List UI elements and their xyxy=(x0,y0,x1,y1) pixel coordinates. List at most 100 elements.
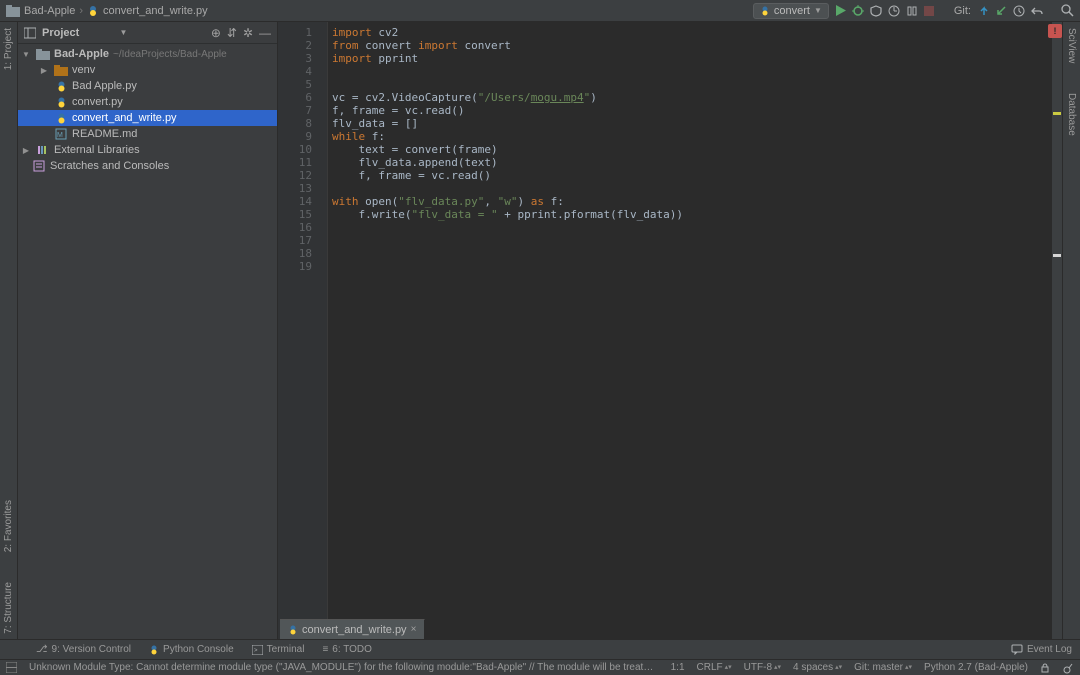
run-icon[interactable] xyxy=(835,5,846,16)
project-tree[interactable]: ▼ Bad-Apple ~/IdeaProjects/Bad-Apple ▶ v… xyxy=(18,44,277,642)
search-icon[interactable] xyxy=(1061,4,1074,17)
expand-icon[interactable]: ⇵ xyxy=(227,26,237,40)
python-icon xyxy=(149,645,159,655)
python-file-icon xyxy=(54,95,68,109)
git-branch[interactable]: Git: master▴▾ xyxy=(854,662,912,673)
tree-file[interactable]: Bad Apple.py xyxy=(18,78,277,94)
fold-column[interactable] xyxy=(318,22,328,642)
tree-scratches[interactable]: Scratches and Consoles xyxy=(18,158,277,174)
git-update-icon[interactable] xyxy=(979,5,990,16)
locate-icon[interactable]: ⊕ xyxy=(211,26,221,40)
arrow-right-icon[interactable]: ▶ xyxy=(20,146,32,155)
list-icon: ≡ xyxy=(322,644,328,655)
hide-icon[interactable]: — xyxy=(259,26,271,40)
python-file-icon xyxy=(288,625,298,635)
chevron-down-icon[interactable]: ▼ xyxy=(119,28,127,37)
warning-mark[interactable] xyxy=(1053,112,1061,115)
tree-label: convert.py xyxy=(72,96,123,108)
git-revert-icon[interactable] xyxy=(1031,5,1043,17)
tree-file[interactable]: convert.py xyxy=(18,94,277,110)
tab-python-console[interactable]: Python Console xyxy=(149,644,234,655)
indent[interactable]: 4 spaces▴▾ xyxy=(793,662,842,673)
navbar: Bad-Apple › convert_and_write.py convert… xyxy=(0,0,1080,22)
line-separator[interactable]: CRLF▴▾ xyxy=(697,662,732,673)
project-sidebar: Project ▼ ⊕ ⇵ ✲ — ▼ Bad-Apple ~/IdeaProj… xyxy=(18,22,278,642)
event-log-button[interactable]: Event Log xyxy=(1011,644,1072,655)
stop-icon[interactable] xyxy=(924,6,934,16)
breadcrumb-file[interactable]: convert_and_write.py xyxy=(103,5,208,17)
error-stripe[interactable]: ! xyxy=(1052,22,1062,642)
git-history-icon[interactable] xyxy=(1013,5,1025,17)
tab-version-control[interactable]: ⎇ 9: Version Control xyxy=(36,644,131,655)
toolbar: convert ▼ Git: xyxy=(753,3,1074,19)
branch-icon: ⎇ xyxy=(36,644,48,655)
tab-label: 6: TODO xyxy=(332,644,372,655)
code-area[interactable]: 12345678910111213141516171819 import cv2… xyxy=(278,22,1062,642)
status-bar: Unknown Module Type: Cannot determine mo… xyxy=(0,659,1080,675)
sidebar-title[interactable]: Project xyxy=(42,27,113,39)
tool-favorites[interactable]: 2: Favorites xyxy=(3,500,14,552)
arrow-right-icon[interactable]: ▶ xyxy=(38,66,50,75)
tree-root-name: Bad-Apple xyxy=(54,48,109,60)
tree-folder-venv[interactable]: ▶ venv xyxy=(18,62,277,78)
lock-icon[interactable] xyxy=(1040,662,1050,673)
tree-file[interactable]: M README.md xyxy=(18,126,277,142)
library-icon xyxy=(36,143,50,157)
breadcrumb-project[interactable]: Bad-Apple xyxy=(24,5,75,17)
encoding[interactable]: UTF-8▴▾ xyxy=(744,662,781,673)
svg-text:>: > xyxy=(254,648,258,654)
profiler-icon[interactable] xyxy=(888,5,900,17)
tree-label: Bad Apple.py xyxy=(72,80,137,92)
tree-label: convert_and_write.py xyxy=(72,112,177,124)
code-text[interactable]: import cv2from convert import convertimp… xyxy=(328,22,1052,642)
attach-icon[interactable] xyxy=(906,5,918,17)
event-log-label: Event Log xyxy=(1027,644,1072,655)
error-count-badge[interactable]: ! xyxy=(1048,24,1062,38)
close-icon[interactable]: × xyxy=(411,624,417,635)
tool-sciview[interactable]: SciView xyxy=(1066,28,1077,63)
sidebar-header: Project ▼ ⊕ ⇵ ✲ — xyxy=(18,22,277,44)
status-icon[interactable] xyxy=(6,662,17,673)
tree-label: Scratches and Consoles xyxy=(50,160,169,172)
inspector-icon[interactable] xyxy=(1062,662,1074,674)
tab-label: Python Console xyxy=(163,644,234,655)
tree-file-selected[interactable]: convert_and_write.py xyxy=(18,110,277,126)
tool-structure[interactable]: 7: Structure xyxy=(3,582,14,634)
python-interpreter[interactable]: Python 2.7 (Bad-Apple) xyxy=(924,662,1028,673)
coverage-icon[interactable] xyxy=(870,5,882,17)
editor-tab[interactable]: convert_and_write.py × xyxy=(280,619,425,639)
tree-root-path: ~/IdeaProjects/Bad-Apple xyxy=(113,49,227,60)
main-area: 1: Project 2: Favorites 7: Structure Pro… xyxy=(0,22,1080,642)
folder-special-icon xyxy=(54,63,68,77)
bottom-tool-tabs: ⎇ 9: Version Control Python Console > Te… xyxy=(0,639,1080,659)
markdown-file-icon: M xyxy=(54,127,68,141)
cursor-position[interactable]: 1:1 xyxy=(671,662,685,673)
settings-icon[interactable]: ✲ xyxy=(243,26,253,40)
right-tool-strip: SciView Database xyxy=(1062,22,1080,642)
debug-icon[interactable] xyxy=(852,5,864,17)
breadcrumb[interactable]: Bad-Apple › convert_and_write.py xyxy=(6,5,208,17)
scratches-icon xyxy=(32,159,46,173)
run-config-selector[interactable]: convert ▼ xyxy=(753,3,829,19)
tab-label: 9: Version Control xyxy=(52,644,132,655)
speech-bubble-icon xyxy=(1011,644,1023,655)
tab-todo[interactable]: ≡ 6: TODO xyxy=(322,644,372,655)
tab-terminal[interactable]: > Terminal xyxy=(252,644,305,655)
tree-root[interactable]: ▼ Bad-Apple ~/IdeaProjects/Bad-Apple xyxy=(18,46,277,62)
tool-project[interactable]: 1: Project xyxy=(3,28,14,70)
status-message[interactable]: Unknown Module Type: Cannot determine mo… xyxy=(29,662,659,673)
folder-icon xyxy=(36,47,50,61)
git-label: Git: xyxy=(954,5,971,17)
line-number-gutter[interactable]: 12345678910111213141516171819 xyxy=(278,22,318,642)
run-config-label: convert xyxy=(774,5,810,17)
tree-label: External Libraries xyxy=(54,144,140,156)
tree-label: venv xyxy=(72,64,95,76)
tool-database[interactable]: Database xyxy=(1066,93,1077,136)
svg-text:M: M xyxy=(57,132,63,139)
tree-ext-libs[interactable]: ▶ External Libraries xyxy=(18,142,277,158)
arrow-down-icon[interactable]: ▼ xyxy=(20,50,32,59)
python-file-icon xyxy=(87,5,99,17)
tab-label: Terminal xyxy=(267,644,305,655)
project-view-icon xyxy=(24,27,36,39)
git-commit-icon[interactable] xyxy=(996,5,1007,16)
